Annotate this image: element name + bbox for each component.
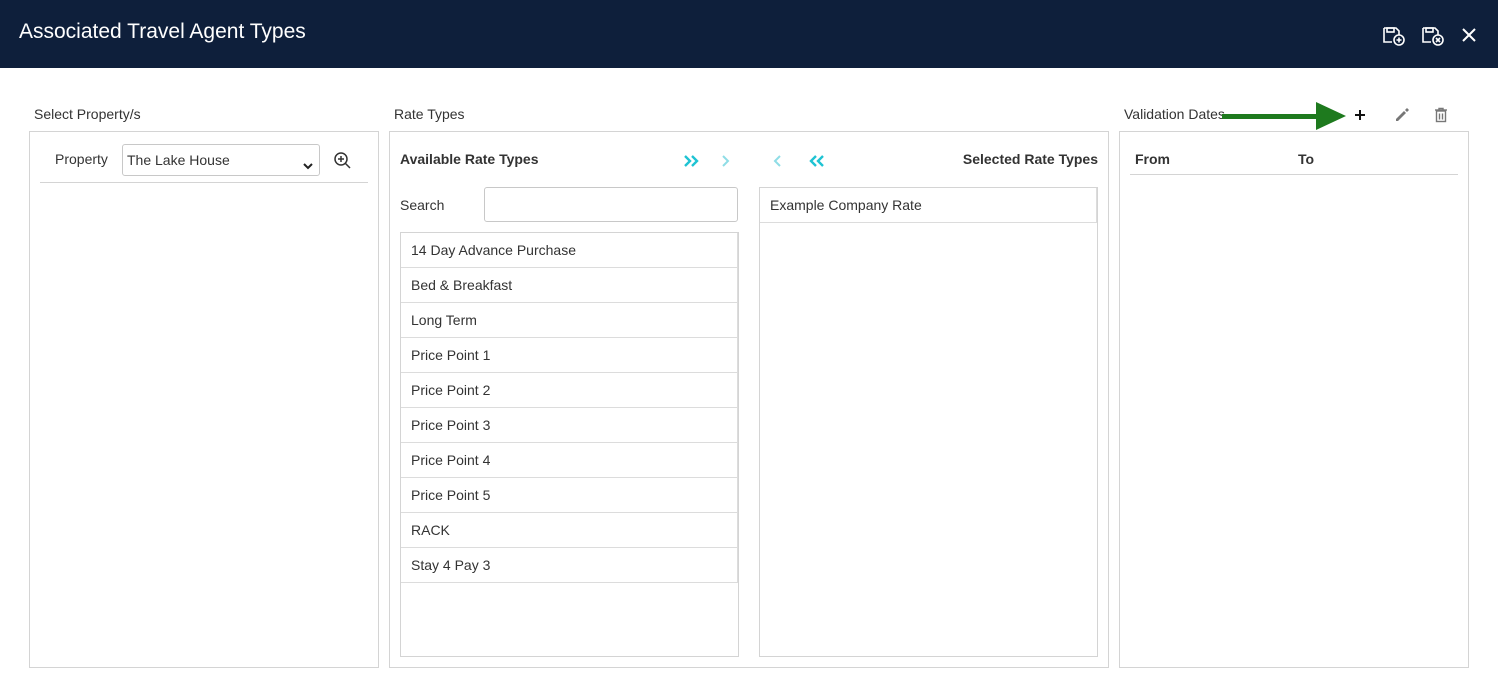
to-column-header: To xyxy=(1298,151,1315,167)
edit-icon[interactable] xyxy=(1393,106,1411,124)
rate-types-label: Rate Types xyxy=(394,106,465,122)
add-icon[interactable] xyxy=(1351,106,1369,124)
select-property-label: Select Property/s xyxy=(34,106,141,122)
list-item[interactable]: Long Term xyxy=(401,303,738,338)
list-item[interactable]: Price Point 1 xyxy=(401,338,738,373)
list-item[interactable]: Example Company Rate xyxy=(760,188,1097,223)
move-right-icon[interactable] xyxy=(716,151,736,171)
available-rate-types-title: Available Rate Types xyxy=(400,151,539,167)
list-item[interactable]: Price Point 5 xyxy=(401,478,738,513)
chevron-down-icon xyxy=(301,153,315,183)
save-close-icon[interactable] xyxy=(1420,22,1446,48)
window-title: Associated Travel Agent Types xyxy=(19,20,306,43)
list-item[interactable]: RACK xyxy=(401,513,738,548)
property-panel xyxy=(29,131,379,668)
delete-icon[interactable] xyxy=(1432,106,1450,124)
list-item[interactable]: Price Point 2 xyxy=(401,373,738,408)
divider xyxy=(1130,174,1458,175)
close-icon[interactable] xyxy=(1457,22,1483,48)
property-select[interactable]: The Lake House xyxy=(122,144,320,176)
move-all-left-icon[interactable] xyxy=(806,151,826,171)
selected-rate-types-list: Example Company Rate xyxy=(759,187,1098,657)
available-rate-types-list: 14 Day Advance Purchase Bed & Breakfast … xyxy=(400,232,739,657)
list-item[interactable]: Price Point 4 xyxy=(401,443,738,478)
title-bar: Associated Travel Agent Types xyxy=(0,0,1498,68)
search-input[interactable] xyxy=(484,187,738,222)
validation-dates-label: Validation Dates xyxy=(1124,106,1225,122)
annotation-arrow xyxy=(1220,99,1350,138)
from-column-header: From xyxy=(1135,151,1170,167)
list-item[interactable]: Bed & Breakfast xyxy=(401,268,738,303)
list-item[interactable]: Stay 4 Pay 3 xyxy=(401,548,738,583)
move-left-icon[interactable] xyxy=(767,151,787,171)
validation-dates-panel xyxy=(1119,131,1469,668)
property-label: Property xyxy=(55,151,108,167)
property-select-value: The Lake House xyxy=(127,152,230,168)
list-item[interactable]: 14 Day Advance Purchase xyxy=(401,233,738,268)
divider xyxy=(40,182,368,183)
selected-rate-types-title: Selected Rate Types xyxy=(962,151,1098,167)
zoom-in-icon[interactable] xyxy=(333,151,353,171)
save-add-icon[interactable] xyxy=(1381,22,1407,48)
list-item[interactable]: Price Point 3 xyxy=(401,408,738,443)
search-label: Search xyxy=(400,197,445,213)
move-all-right-icon[interactable] xyxy=(682,151,702,171)
